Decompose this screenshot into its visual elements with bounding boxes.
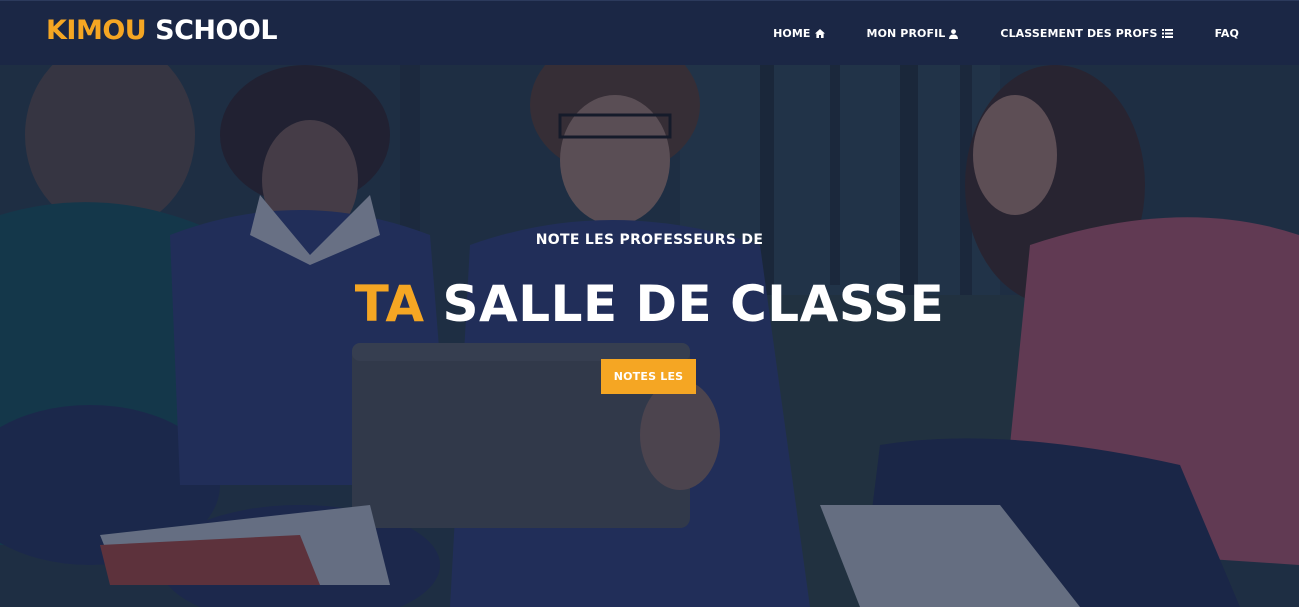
hero-title: TA SALLE DE CLASSE [0, 275, 1299, 333]
notes-les-button[interactable]: NOTES LES [601, 359, 696, 394]
navbar: KIMOU SCHOOL HOME MON PROFIL CLASSEMENT … [0, 0, 1299, 65]
list-icon [1161, 29, 1173, 38]
hero-section: NOTE LES PROFESSEURS DE TA SALLE DE CLAS… [0, 65, 1299, 607]
nav-profile-label: MON PROFIL [866, 27, 946, 40]
nav-ranking[interactable]: CLASSEMENT DES PROFS [1000, 27, 1173, 40]
hero-subtitle: NOTE LES PROFESSEURS DE [535, 232, 764, 248]
nav-profile[interactable]: MON PROFIL [867, 27, 959, 40]
user-icon [949, 28, 959, 39]
nav-ranking-label: CLASSEMENT DES PROFS [1000, 27, 1158, 40]
nav-menu: HOME MON PROFIL CLASSEMENT DES PROFS FAQ [731, 1, 1239, 66]
hero-title-rest: SALLE DE CLASSE [424, 275, 945, 333]
nav-faq[interactable]: FAQ [1215, 27, 1239, 40]
nav-home[interactable]: HOME [773, 27, 825, 40]
brand-name-rest: SCHOOL [146, 15, 278, 46]
hero-overlay [0, 65, 1299, 607]
nav-faq-label: FAQ [1214, 27, 1239, 40]
home-icon [814, 29, 825, 38]
brand-name-accent: KIMOU [46, 15, 147, 46]
hero-title-accent: TA [354, 275, 425, 333]
nav-home-label: HOME [773, 27, 811, 40]
brand-logo[interactable]: KIMOU SCHOOL [46, 15, 278, 46]
